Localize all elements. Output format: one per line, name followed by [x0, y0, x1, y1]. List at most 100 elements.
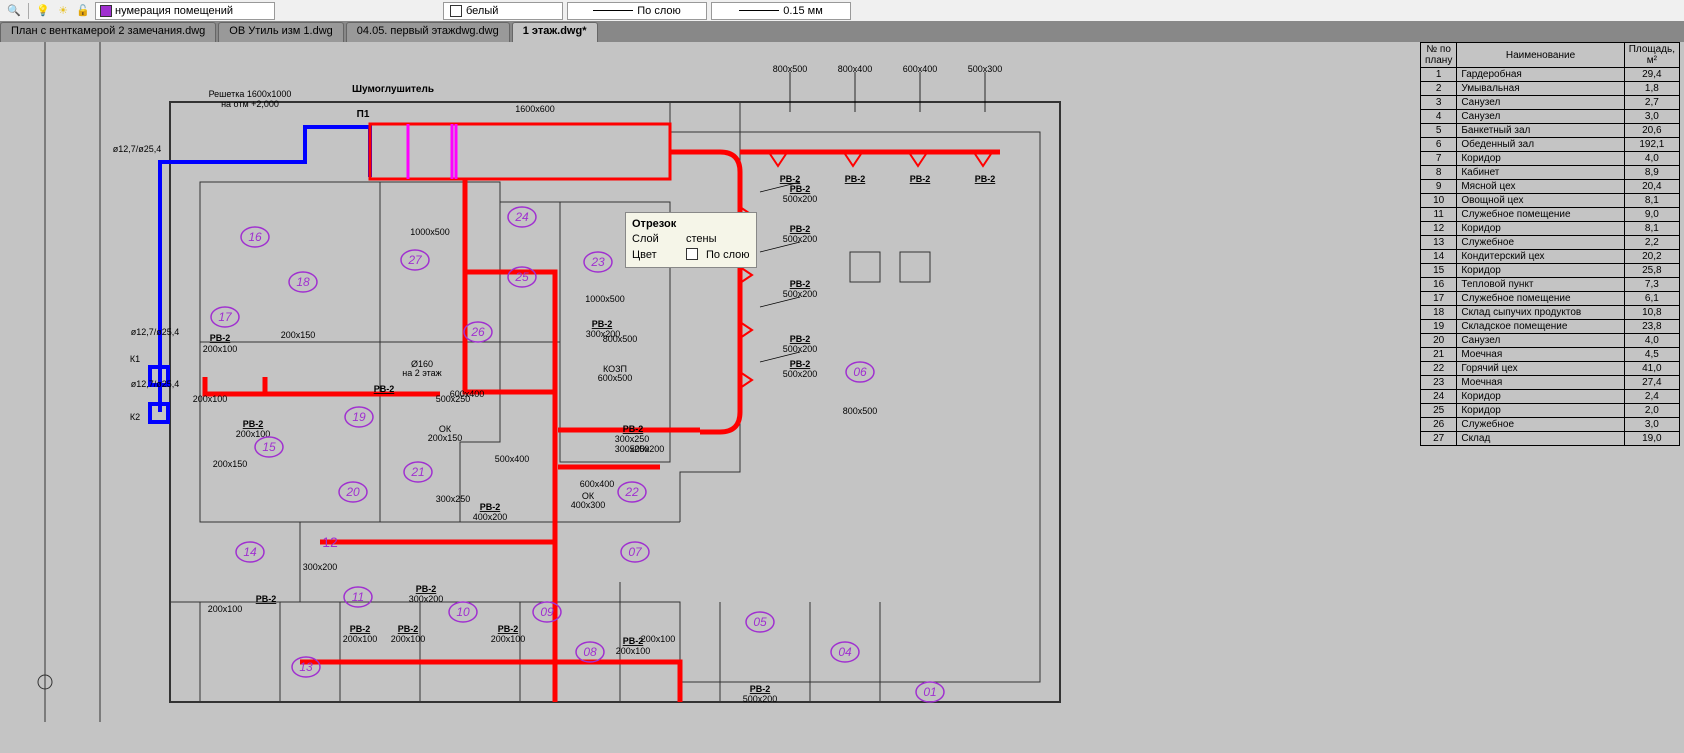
table-row: 20Санузел4,0 — [1421, 334, 1680, 348]
color-dropdown[interactable]: белый — [443, 2, 563, 20]
table-row: 11Служебное помещение9,0 — [1421, 208, 1680, 222]
svg-text:300x200: 300x200 — [586, 329, 621, 339]
svg-text:16: 16 — [248, 230, 262, 244]
svg-text:200x150: 200x150 — [213, 459, 248, 469]
table-row: 14Кондитерский цех20,2 — [1421, 250, 1680, 264]
svg-text:К2: К2 — [130, 412, 140, 422]
svg-text:РВ-2: РВ-2 — [790, 279, 811, 289]
linetype-dropdown[interactable]: По слою — [567, 2, 707, 20]
table-row: 13Служебное2,2 — [1421, 236, 1680, 250]
svg-text:РВ-2: РВ-2 — [592, 319, 613, 329]
svg-text:13: 13 — [299, 660, 313, 674]
svg-text:500x200: 500x200 — [783, 194, 818, 204]
table-row: 23Моечная27,4 — [1421, 376, 1680, 390]
svg-text:400х300: 400х300 — [571, 500, 606, 510]
svg-text:РВ-2: РВ-2 — [623, 636, 644, 646]
svg-text:23: 23 — [590, 255, 605, 269]
svg-text:РВ-2: РВ-2 — [210, 333, 231, 343]
svg-text:22: 22 — [624, 485, 639, 499]
svg-text:РВ-2: РВ-2 — [790, 334, 811, 344]
table-row: 25Коридор2,0 — [1421, 404, 1680, 418]
svg-text:27: 27 — [407, 253, 423, 267]
tab-1[interactable]: ОВ Утиль изм 1.dwg — [218, 22, 344, 42]
svg-text:200x100: 200x100 — [616, 646, 651, 656]
svg-text:04: 04 — [838, 645, 852, 659]
table-row: 22Горячий цех41,0 — [1421, 362, 1680, 376]
room-schedule-table: № по плану Наименование Площадь, м² 1Гар… — [1420, 42, 1680, 446]
svg-text:ø12,7/ø25,4: ø12,7/ø25,4 — [131, 327, 180, 337]
svg-text:РВ-2: РВ-2 — [790, 184, 811, 194]
svg-text:1600x600: 1600x600 — [515, 104, 555, 114]
find-icon[interactable]: 🔍 — [6, 3, 22, 19]
table-row: 4Санузел3,0 — [1421, 110, 1680, 124]
table-row: 26Служебное3,0 — [1421, 418, 1680, 432]
svg-text:300x200: 300x200 — [409, 594, 444, 604]
svg-text:05: 05 — [753, 615, 767, 629]
layer-selector[interactable]: нумерация помещений — [95, 2, 275, 20]
table-row: 12Коридор8,1 — [1421, 222, 1680, 236]
svg-text:200x100: 200x100 — [208, 604, 243, 614]
svg-text:РВ-2: РВ-2 — [975, 174, 996, 184]
table-row: 1Гардеробная29,4 — [1421, 68, 1680, 82]
lineweight-dropdown[interactable]: 0.15 мм — [711, 2, 851, 20]
svg-text:300x250: 300x250 — [436, 494, 471, 504]
table-row: 10Овощной цех8,1 — [1421, 194, 1680, 208]
svg-text:РВ-2: РВ-2 — [256, 594, 277, 604]
tab-2[interactable]: 04.05. первый этажdwg.dwg — [346, 22, 510, 42]
svg-text:200х150: 200х150 — [428, 433, 463, 443]
bulb-icon[interactable]: 💡 — [35, 3, 51, 19]
layer-color-swatch — [100, 5, 112, 17]
svg-text:200x100: 200x100 — [641, 634, 676, 644]
table-row: 27Склад19,0 — [1421, 432, 1680, 446]
table-row: 21Моечная4,5 — [1421, 348, 1680, 362]
table-row: 8Кабинет8,9 — [1421, 166, 1680, 180]
svg-text:300x250: 300x250 — [615, 434, 650, 444]
svg-text:26: 26 — [470, 325, 485, 339]
lock-icon[interactable]: 🔓 — [75, 3, 91, 19]
svg-text:300x250: 300x250 — [615, 444, 650, 454]
table-row: 3Санузел2,7 — [1421, 96, 1680, 110]
svg-text:РВ-2: РВ-2 — [845, 174, 866, 184]
svg-text:РВ-2: РВ-2 — [910, 174, 931, 184]
svg-text:21: 21 — [410, 465, 424, 479]
table-row: 16Тепловой пункт7,3 — [1421, 278, 1680, 292]
svg-text:12: 12 — [322, 534, 338, 550]
svg-text:200x100: 200x100 — [343, 634, 378, 644]
room-markers: 0104050607080910111213141516171819202122… — [211, 207, 944, 702]
svg-text:500x200: 500x200 — [743, 694, 778, 704]
drawing-canvas[interactable]: 1600x600 1000x500 1000x500 800x500 800x5… — [0, 42, 1684, 753]
svg-text:07: 07 — [628, 545, 643, 559]
document-tabs: План с венткамерой 2 замечания.dwg ОВ Ут… — [0, 22, 1684, 42]
svg-text:06: 06 — [853, 365, 867, 379]
svg-text:РВ-2: РВ-2 — [498, 624, 519, 634]
svg-text:10: 10 — [456, 605, 470, 619]
svg-text:Решетка 1600х1000: Решетка 1600х1000 — [209, 89, 292, 99]
svg-text:РВ-2: РВ-2 — [398, 624, 419, 634]
svg-text:20: 20 — [345, 485, 360, 499]
table-row: 7Коридор4,0 — [1421, 152, 1680, 166]
layer-name: нумерация помещений — [115, 5, 233, 17]
sun-icon[interactable]: ☀ — [55, 3, 71, 19]
svg-text:500x400: 500x400 — [495, 454, 530, 464]
svg-text:200x100: 200x100 — [491, 634, 526, 644]
svg-text:500x200: 500x200 — [783, 289, 818, 299]
svg-text:08: 08 — [583, 645, 597, 659]
svg-text:200x100: 200x100 — [193, 394, 228, 404]
svg-text:Шумоглушитель: Шумоглушитель — [352, 84, 434, 95]
table-row: 24Коридор2,4 — [1421, 390, 1680, 404]
tab-0[interactable]: План с венткамерой 2 замечания.dwg — [0, 22, 216, 42]
color-swatch-white — [450, 5, 462, 17]
svg-text:400x200: 400x200 — [473, 512, 508, 522]
svg-text:ø12,7/ø25,4: ø12,7/ø25,4 — [131, 379, 180, 389]
table-row: 15Коридор25,8 — [1421, 264, 1680, 278]
table-row: 9Мясной цех20,4 — [1421, 180, 1680, 194]
tab-3[interactable]: 1 этаж.dwg* — [512, 22, 598, 42]
table-row: 5Банкетный зал20,6 — [1421, 124, 1680, 138]
table-row: 18Склад сыпучих продуктов10,8 — [1421, 306, 1680, 320]
svg-text:РВ-2: РВ-2 — [350, 624, 371, 634]
svg-text:500x200: 500x200 — [783, 234, 818, 244]
svg-text:500x200: 500x200 — [783, 369, 818, 379]
svg-text:на отм +2,000: на отм +2,000 — [221, 99, 279, 109]
svg-text:800x500: 800x500 — [773, 64, 808, 74]
svg-text:РВ-2: РВ-2 — [750, 684, 771, 694]
